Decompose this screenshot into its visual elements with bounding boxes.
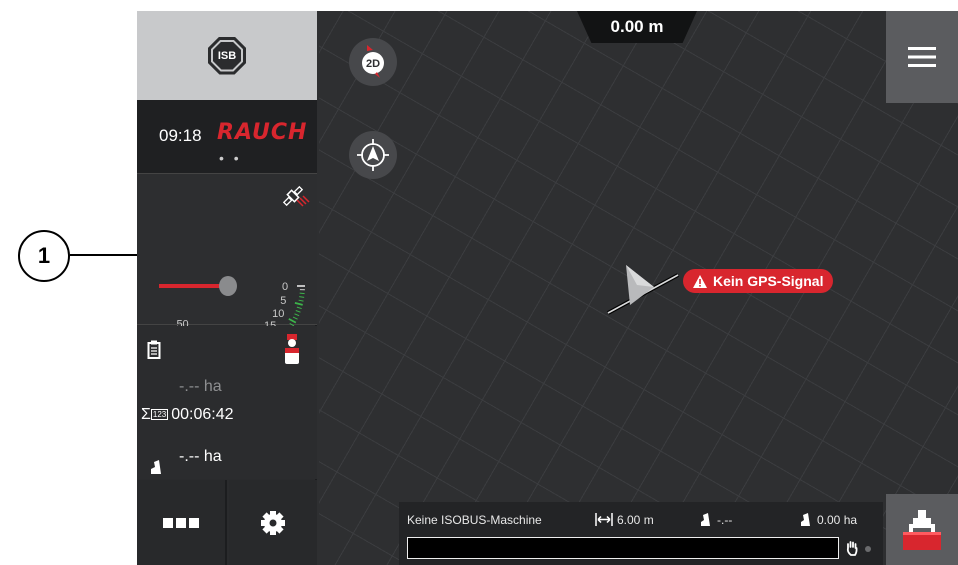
isb-label: ISB xyxy=(213,41,241,70)
distance-display: 0.00 m xyxy=(577,11,697,43)
working-width: 6.00 m xyxy=(617,513,654,527)
map-view[interactable]: 0.00 m 2D Kein GPS-Signal Keine ISOBUS-M… xyxy=(319,11,958,565)
speed-tick xyxy=(298,299,304,302)
machine-button[interactable] xyxy=(886,494,958,565)
speedometer-tile[interactable]: 05101520253035404550 xyxy=(137,173,317,365)
job-stats-tile[interactable]: -.-- ha Σ 123 00:06:42 -.-- ha xyxy=(137,326,317,479)
status-dot xyxy=(865,546,871,552)
callout-number: 1 xyxy=(37,243,51,268)
section-progress-bar xyxy=(407,537,839,559)
field-area-icon xyxy=(151,460,161,474)
left-panel: ISB 09:18 RAUCH • • 05101520253035404550 xyxy=(137,11,317,565)
sum-symbol: Σ xyxy=(141,406,151,423)
speed-tick xyxy=(296,306,302,310)
speed-tick xyxy=(299,296,305,298)
speed-tick-label: 50 xyxy=(176,318,188,326)
spreader-tractor-icon xyxy=(903,509,941,550)
speed-tick-label: 10 xyxy=(272,308,284,320)
area-total: -.-- ha xyxy=(179,378,222,395)
time-brand-tile[interactable]: 09:18 RAUCH • • xyxy=(137,100,317,173)
isb-stop-icon: ISB xyxy=(208,36,246,75)
compass-icon xyxy=(357,139,389,171)
rate-icon xyxy=(701,513,710,526)
area-worked: -.-- ha xyxy=(179,448,222,465)
speed-tick xyxy=(292,316,298,320)
timer-value: 00:06:42 xyxy=(171,406,234,423)
vehicle-position-icon xyxy=(607,265,679,315)
settings-button[interactable] xyxy=(229,480,317,565)
counter-badge: 123 xyxy=(150,409,169,420)
hand-icon xyxy=(846,541,858,556)
warning-triangle-icon xyxy=(693,274,707,288)
gear-icon xyxy=(261,510,285,535)
machine-name: Keine ISOBUS-Maschine xyxy=(407,513,542,527)
speed-tick xyxy=(295,310,301,313)
callout-marker: 1 xyxy=(18,230,70,282)
view-mode-2d-button[interactable]: 2D xyxy=(349,38,397,86)
gps-warning-badge: Kein GPS-Signal xyxy=(683,269,834,293)
grid-icon xyxy=(163,517,199,528)
area-value: 0.00 ha xyxy=(817,513,858,527)
area-icon xyxy=(801,513,810,526)
isb-button[interactable]: ISB xyxy=(137,11,317,100)
2d-label: 2D xyxy=(366,58,380,70)
speed-tick xyxy=(294,313,300,317)
hamburger-icon xyxy=(908,47,936,67)
menu-button[interactable] xyxy=(886,11,958,103)
speedometer: 05101520253035404550 xyxy=(159,185,310,365)
speed-tick-label: 5 xyxy=(280,295,286,307)
clock: 09:18 xyxy=(159,126,202,145)
speed-tick xyxy=(294,302,303,306)
terminal-screen: ISB 09:18 RAUCH • • 05101520253035404550 xyxy=(137,11,958,565)
bottom-buttons xyxy=(137,480,317,565)
2d-view-icon: 2D xyxy=(362,45,384,78)
gps-warning-text: Kein GPS-Signal xyxy=(713,273,824,289)
work-timer: Σ 123 00:06:42 xyxy=(141,406,234,424)
page-indicator: • • xyxy=(219,150,242,166)
working-width-icon xyxy=(595,513,613,526)
machine-status-bar[interactable]: Keine ISOBUS-Maschine 6.00 m -.-- 0.00 h… xyxy=(399,502,883,565)
brand-logo: RAUCH xyxy=(217,120,308,145)
clipboard-icon xyxy=(147,340,161,359)
speed-needle-knob xyxy=(219,276,237,296)
apps-button[interactable] xyxy=(137,480,227,565)
speed-tick-label: 0 xyxy=(282,281,288,293)
application-rate: -.-- xyxy=(717,513,733,527)
speed-tick xyxy=(288,318,297,324)
operator-icon xyxy=(285,334,299,364)
compass-button[interactable] xyxy=(349,131,397,179)
